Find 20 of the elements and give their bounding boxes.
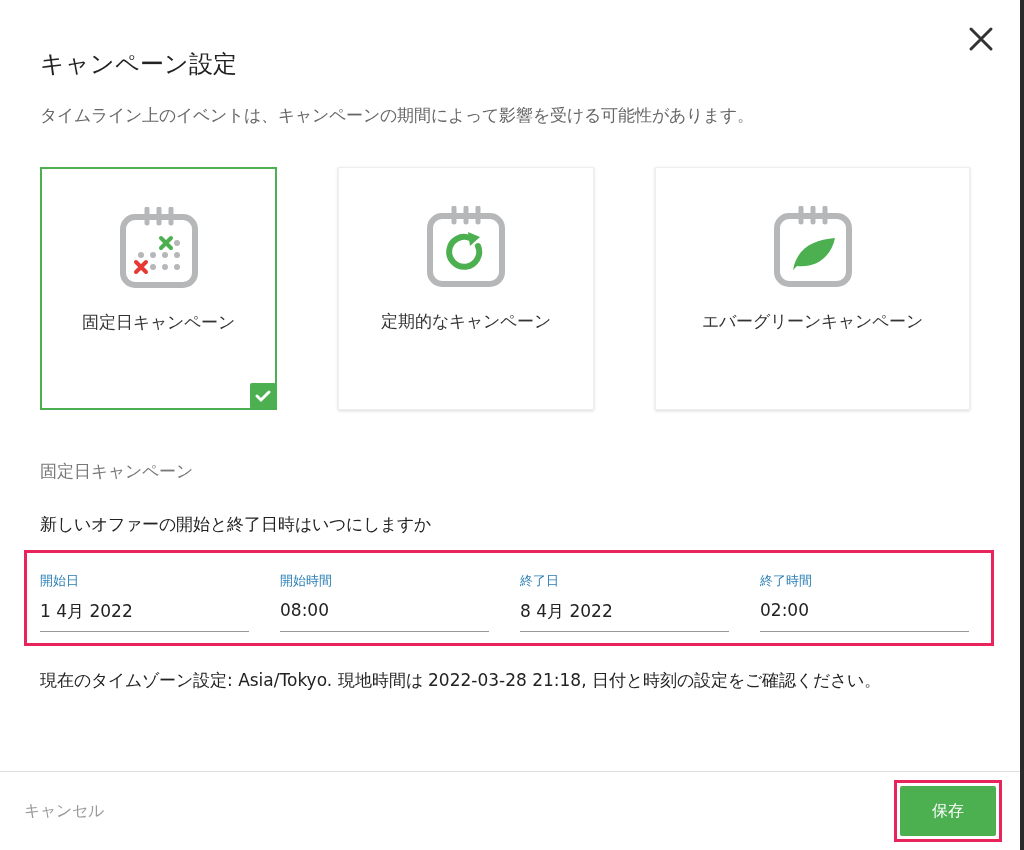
campaign-type-card[interactable]: エバーグリーンキャンペーン: [655, 167, 970, 410]
date-time-field[interactable]: 終了時間 02:00: [760, 572, 969, 632]
date-time-field[interactable]: 開始時間 08:00: [280, 572, 489, 632]
question-text: 新しいオファーの開始と終了日時はいつにしますか: [40, 513, 432, 536]
close-icon[interactable]: [968, 26, 994, 52]
date-time-field[interactable]: 開始日 1 4月 2022: [40, 572, 249, 632]
dialog-description: タイムライン上のイベントは、キャンペーンの期間によって影響を受ける可能性があります。: [40, 104, 755, 127]
card-label: 固定日キャンペーン: [82, 311, 235, 334]
calendar-refresh-icon: [426, 206, 506, 288]
campaign-type-card[interactable]: 固定日キャンペーン: [40, 167, 277, 410]
check-badge-icon: [250, 383, 276, 409]
date-time-field[interactable]: 終了日 8 4月 2022: [520, 572, 729, 632]
calendar-icon: [118, 207, 199, 289]
card-label: 定期的なキャンペーン: [381, 310, 551, 333]
dialog-title: キャンペーン設定: [40, 49, 237, 80]
section-title: 固定日キャンペーン: [40, 460, 194, 483]
timezone-note: 現在のタイムゾーン設定: Asia/Tokyo. 現地時間は 2022-03-28 21:18, 日付と時刻の設定をご確認ください。: [40, 669, 882, 692]
card-label: エバーグリーンキャンペーン: [702, 310, 923, 333]
campaign-type-card[interactable]: 定期的なキャンペーン: [338, 167, 594, 410]
calendar-leaf-icon: [772, 206, 853, 288]
